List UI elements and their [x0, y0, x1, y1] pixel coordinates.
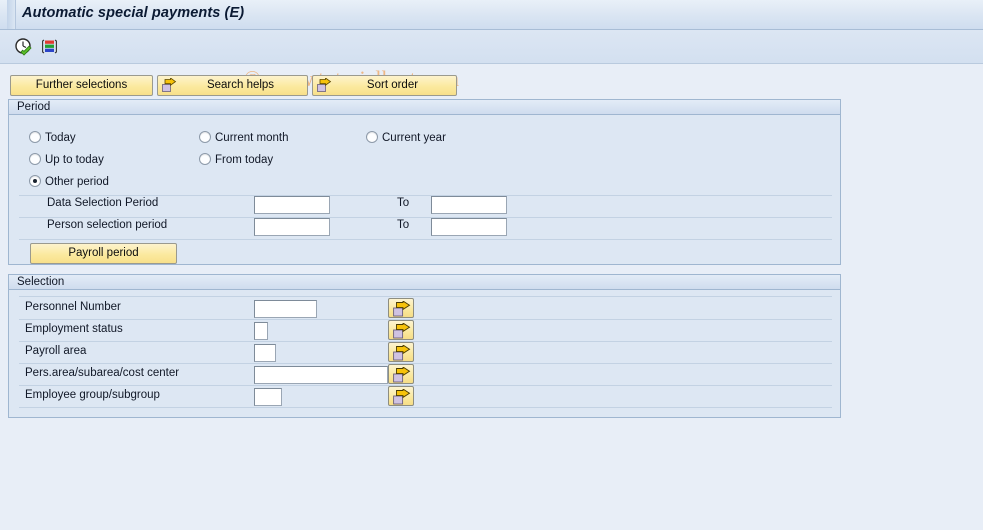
- radio-today-dot[interactable]: [29, 131, 41, 143]
- radio-current-year-dot[interactable]: [366, 131, 378, 143]
- multi-select-arrow-icon: [393, 389, 411, 405]
- row-separator: [19, 341, 832, 342]
- period-group-title: Period: [8, 99, 841, 115]
- person-selection-period-from-input[interactable]: [254, 218, 330, 236]
- arrow-right-icon: [317, 77, 332, 93]
- sap-selection-screen: Automatic special payments (E) © www.tut…: [0, 0, 983, 530]
- radio-from-today-dot[interactable]: [199, 153, 211, 165]
- radio-current-year-label: Current year: [382, 132, 446, 144]
- radio-from-today[interactable]: From today: [199, 153, 273, 166]
- selection-group-body: Personnel Number Employment status Payro…: [9, 291, 840, 417]
- personnel-number-multi-select-button[interactable]: [388, 298, 414, 318]
- row-separator: [19, 195, 832, 196]
- row-separator: [19, 385, 832, 386]
- sort-order-label: Sort order: [366, 79, 419, 91]
- pers-area-subarea-cost-center-multi-select-button[interactable]: [388, 364, 414, 384]
- person-selection-period-label: Person selection period: [47, 219, 168, 231]
- sort-order-button[interactable]: Sort order: [312, 75, 457, 96]
- radio-current-month-label: Current month: [215, 132, 289, 144]
- page-title: Automatic special payments (E): [22, 5, 245, 21]
- radio-up-to-today-label: Up to today: [45, 154, 104, 166]
- data-selection-period-label: Data Selection Period: [47, 197, 159, 209]
- employee-group-subgroup-input[interactable]: [254, 388, 282, 406]
- multi-select-arrow-icon: [393, 323, 411, 339]
- row-separator: [19, 217, 832, 218]
- radio-up-to-today-dot[interactable]: [29, 153, 41, 165]
- personnel-number-input[interactable]: [254, 300, 317, 318]
- period-group: Period Today Current month Current year …: [8, 99, 841, 265]
- employment-status-label: Employment status: [25, 323, 123, 335]
- variant-bars-icon[interactable]: [40, 37, 60, 57]
- selection-group-title: Selection: [8, 274, 841, 290]
- radio-today[interactable]: Today: [29, 131, 76, 144]
- payroll-area-multi-select-button[interactable]: [388, 342, 414, 362]
- data-selection-period-from-input[interactable]: [254, 196, 330, 214]
- employee-group-subgroup-label: Employee group/subgroup: [25, 389, 160, 401]
- arrow-right-icon: [162, 77, 177, 93]
- person-selection-period-to-input[interactable]: [431, 218, 507, 236]
- pers-area-subarea-cost-center-label: Pers.area/subarea/cost center: [25, 367, 180, 379]
- selection-group: Selection Personnel Number Employment st…: [8, 274, 841, 418]
- row-separator: [19, 319, 832, 320]
- row-separator: [19, 239, 832, 240]
- employment-status-input[interactable]: [254, 322, 268, 340]
- employment-status-multi-select-button[interactable]: [388, 320, 414, 340]
- radio-other-period-dot[interactable]: [29, 175, 41, 187]
- data-selection-period-to-input[interactable]: [431, 196, 507, 214]
- application-toolbar: © www.tutorialkart.com: [0, 30, 983, 91]
- execute-clock-icon[interactable]: [14, 37, 34, 57]
- employee-group-subgroup-multi-select-button[interactable]: [388, 386, 414, 406]
- radio-current-month[interactable]: Current month: [199, 131, 289, 144]
- window-titlebar: Automatic special payments (E): [0, 0, 983, 30]
- row-separator: [19, 407, 832, 408]
- row-separator: [19, 296, 832, 297]
- payroll-area-input[interactable]: [254, 344, 276, 362]
- payroll-area-label: Payroll area: [25, 345, 87, 357]
- further-selections-button[interactable]: Further selections: [10, 75, 153, 96]
- multi-select-arrow-icon: [393, 367, 411, 383]
- search-helps-button[interactable]: Search helps: [157, 75, 308, 96]
- pers-area-subarea-cost-center-input[interactable]: [254, 366, 388, 384]
- radio-other-period-label: Other period: [45, 176, 109, 188]
- data-selection-period-to-label: To: [397, 197, 410, 209]
- person-selection-period-to-label: To: [397, 219, 410, 231]
- radio-current-month-dot[interactable]: [199, 131, 211, 143]
- period-group-body: Today Current month Current year Up to t…: [9, 116, 840, 264]
- radio-from-today-label: From today: [215, 154, 274, 166]
- row-separator: [19, 363, 832, 364]
- multi-select-arrow-icon: [393, 301, 411, 317]
- radio-other-period[interactable]: Other period: [29, 175, 109, 188]
- titlebar-grip: [7, 0, 16, 29]
- payroll-period-button[interactable]: Payroll period: [30, 243, 177, 264]
- radio-up-to-today[interactable]: Up to today: [29, 153, 104, 166]
- search-helps-label: Search helps: [206, 79, 275, 91]
- personnel-number-label: Personnel Number: [25, 301, 121, 313]
- multi-select-arrow-icon: [393, 345, 411, 361]
- radio-today-label: Today: [45, 132, 76, 144]
- radio-current-year[interactable]: Current year: [366, 131, 446, 144]
